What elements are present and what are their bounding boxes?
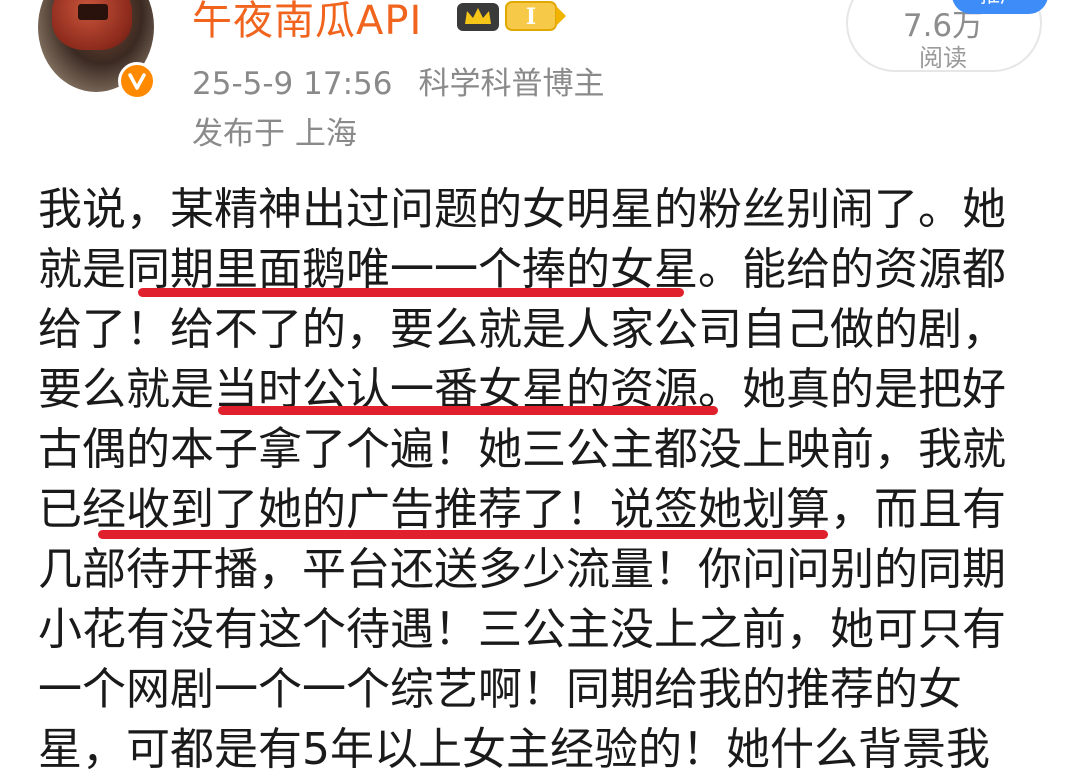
- promotion-tag: 推广: [952, 0, 1048, 14]
- crown-badge-icon[interactable]: [456, 0, 500, 32]
- post-line: 几部待开播，平台还送多少流量！你问问别的同期: [38, 544, 1006, 595]
- post-location: 发布于 上海: [192, 116, 357, 152]
- post-line: 小花有没有这个待遇！三公主没上之前，她可只有: [38, 604, 1006, 655]
- avatar-image: [52, 0, 132, 50]
- post-line: 一个网剧一个一个综艺啊！同期给我的推荐的女: [38, 664, 962, 715]
- user-title: 科学科普博主: [418, 66, 605, 102]
- level-badge-text: I: [526, 4, 536, 30]
- highlight-underline: [138, 288, 684, 297]
- verified-icon: [118, 62, 156, 100]
- post-line: 古偶的本子拿了个遍！她三公主都没上映前，我就: [38, 424, 1006, 475]
- username[interactable]: 午夜南瓜API: [192, 0, 422, 46]
- post-line: 给了！给不了的，要么就是人家公司自己做的剧，: [38, 304, 1006, 355]
- highlight-underline: [98, 530, 828, 539]
- post-line: 我说，某精神出过问题的女明星的粉丝别闹了。她: [38, 184, 1006, 235]
- post-line: 星，可都是有5年以上女主经验的！她什么背景我: [38, 724, 990, 775]
- reads-label: 阅读: [919, 44, 967, 72]
- post-meta: 25-5-9 17:56 科学科普博主: [192, 58, 604, 103]
- post-timestamp: 25-5-9 17:56: [192, 66, 393, 102]
- highlight-underline: [218, 406, 718, 415]
- level-badge-icon[interactable]: I: [504, 0, 568, 34]
